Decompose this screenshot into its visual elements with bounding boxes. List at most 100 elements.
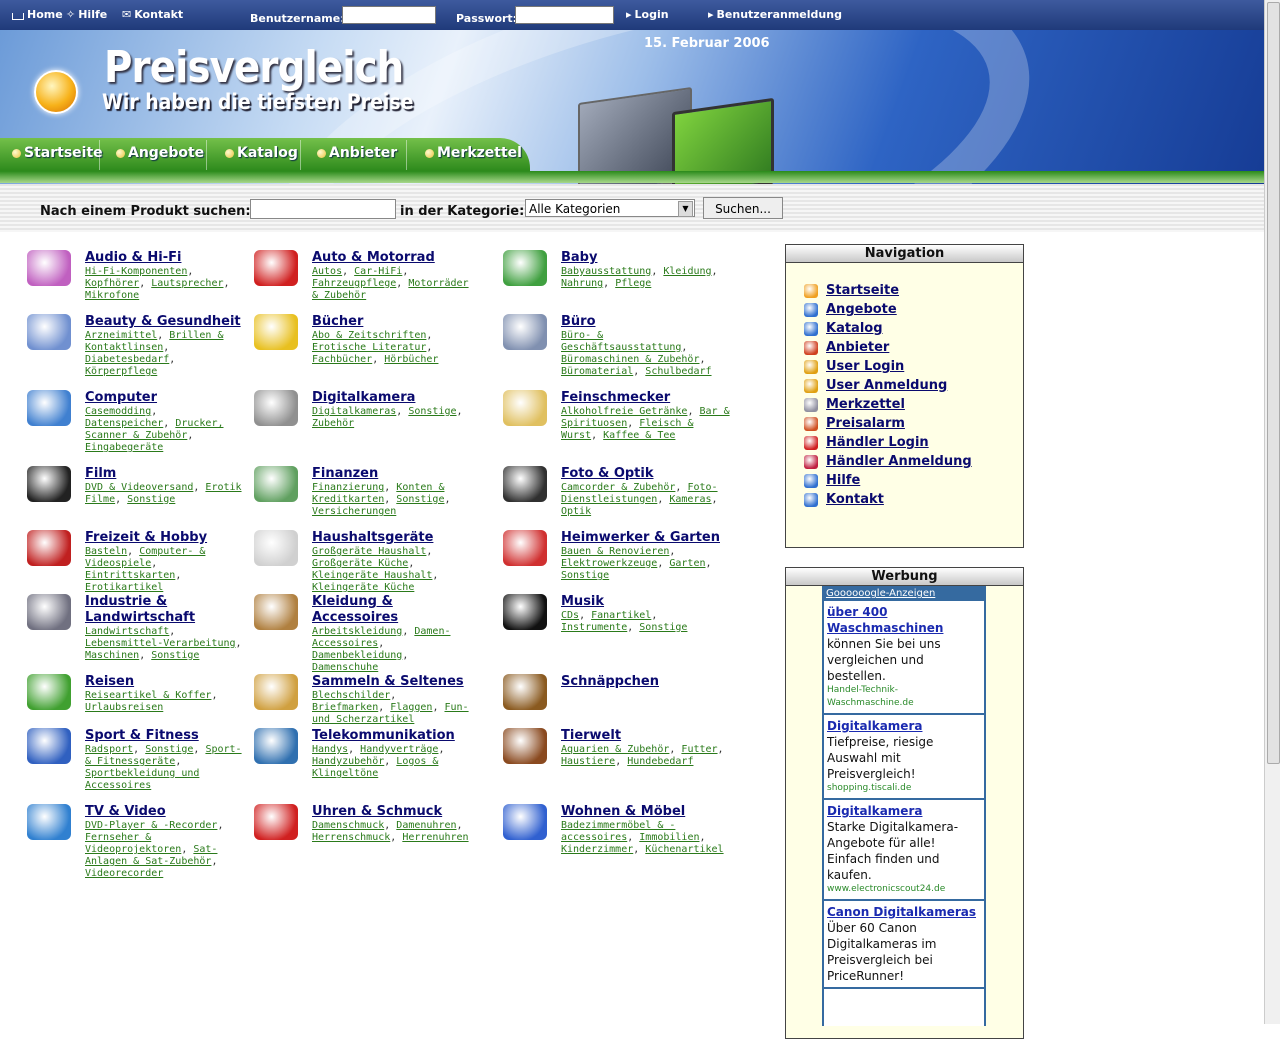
subcategory-link[interactable]: Damenschmuck <box>312 820 384 831</box>
scrollbar[interactable] <box>1264 0 1280 1024</box>
subcategory-link[interactable]: Car-HiFi <box>354 266 402 277</box>
subcategory-link[interactable]: Sonstige <box>127 494 175 505</box>
category-link[interactable]: Sammeln & Seltenes <box>312 674 472 690</box>
category-link[interactable]: Audio & Hi-Fi <box>85 250 245 266</box>
nav-item[interactable]: Merkzettel <box>804 395 972 414</box>
subcategory-link[interactable]: Damenbekleidung <box>312 650 402 661</box>
subcategory-link[interactable]: Briefmarken <box>312 702 378 713</box>
nav-link[interactable]: Anbieter <box>826 340 889 355</box>
subcategory-link[interactable]: Maschinen <box>85 650 139 661</box>
subcategory-link[interactable]: Aquarien & Zubehör <box>561 744 669 755</box>
ad-title-link[interactable]: Digitalkamera <box>827 803 981 819</box>
subcategory-link[interactable]: Großgeräte Küche <box>312 558 408 569</box>
palm-tree-icon[interactable] <box>27 674 71 710</box>
subcategory-link[interactable]: Alkoholfreie Getränke <box>561 406 687 417</box>
category-link[interactable]: Industrie & Landwirtschaft <box>85 594 245 626</box>
nav-item[interactable]: User Anmeldung <box>804 376 972 395</box>
subcategory-link[interactable]: Körperpflege <box>85 366 157 377</box>
computer-icon[interactable] <box>27 390 71 426</box>
horse-icon[interactable] <box>503 728 547 764</box>
dartboard-icon[interactable] <box>27 530 71 566</box>
nav-item[interactable]: Kontakt <box>804 490 972 509</box>
category-link[interactable]: Telekommunikation <box>312 728 472 744</box>
subcategory-link[interactable]: Erotische Literatur <box>312 342 426 353</box>
category-link[interactable]: Computer <box>85 390 245 406</box>
tab-startseite[interactable]: Startseite <box>12 145 103 161</box>
telephone-icon[interactable] <box>254 728 298 764</box>
nav-item[interactable]: Startseite <box>804 281 972 300</box>
category-link[interactable]: Reisen <box>85 674 245 690</box>
nav-item[interactable]: Angebote <box>804 300 972 319</box>
nav-link[interactable]: Merkzettel <box>826 397 905 412</box>
subcategory-link[interactable]: Arbeitskleidung <box>312 626 402 637</box>
subcategory-link[interactable]: DVD-Player & -Recorder <box>85 820 217 831</box>
subcategory-link[interactable]: Autos <box>312 266 342 277</box>
subcategory-link[interactable]: Fachbücher <box>312 354 372 365</box>
subcategory-link[interactable]: Hi-Fi-Komponenten <box>85 266 187 277</box>
subcategory-link[interactable]: Fahrzeugpflege <box>312 278 396 289</box>
nav-link[interactable]: Händler Login <box>826 435 929 450</box>
race-car-icon[interactable] <box>254 250 298 286</box>
subcategory-link[interactable]: Flaggen <box>390 702 432 713</box>
subcategory-link[interactable]: Hundebedarf <box>627 756 693 767</box>
chainsaw-icon[interactable] <box>503 530 547 566</box>
tab-anbieter[interactable]: Anbieter <box>317 145 397 161</box>
subcategory-link[interactable]: Kopfhörer <box>85 278 139 289</box>
subcategory-link[interactable]: Fanartikel <box>591 610 651 621</box>
champagne-icon[interactable] <box>503 390 547 426</box>
nav-link[interactable]: Hilfe <box>826 473 860 488</box>
money-icon[interactable] <box>254 466 298 502</box>
category-link[interactable]: Tierwelt <box>561 728 731 744</box>
home-link[interactable]: Home <box>12 8 63 21</box>
google-ads-link[interactable]: Goooooogle-Anzeigen <box>826 588 935 599</box>
piano-icon[interactable] <box>503 594 547 630</box>
screw-icon[interactable] <box>27 594 71 630</box>
category-select[interactable]: Alle Kategorien ▼ <box>525 199 695 217</box>
subcategory-link[interactable]: Fernseher & Videoprojektoren <box>85 832 181 855</box>
subcategory-link[interactable]: Landwirtschaft <box>85 626 169 637</box>
subcategory-link[interactable]: Kleingeräte Haushalt <box>312 570 432 581</box>
subcategory-link[interactable]: Büromaschinen & Zubehör <box>561 354 699 365</box>
subcategory-link[interactable]: Herrenschmuck <box>312 832 390 843</box>
subcategory-link[interactable]: Schulbedarf <box>645 366 711 377</box>
washing-machine-icon[interactable] <box>254 530 298 566</box>
password-input[interactable] <box>515 6 614 24</box>
subcategory-link[interactable]: Finanzierung <box>312 482 384 493</box>
subcategory-link[interactable]: Damenuhren <box>396 820 456 831</box>
subcategory-link[interactable]: Eintrittskarten <box>85 570 175 581</box>
subcategory-link[interactable]: Zubehör <box>312 418 354 429</box>
category-link[interactable]: Freizeit & Hobby <box>85 530 245 546</box>
subcategory-link[interactable]: Lebensmittel-Verarbeitung <box>85 638 236 649</box>
subcategory-link[interactable]: Urlaubsreisen <box>85 702 163 713</box>
pot-icon[interactable] <box>503 674 547 710</box>
subcategory-link[interactable]: Elektrowerkzeuge <box>561 558 657 569</box>
subcategory-link[interactable]: Sonstige <box>145 744 193 755</box>
subcategory-link[interactable]: Radsport <box>85 744 133 755</box>
tab-angebote[interactable]: Angebote <box>116 145 204 161</box>
nav-link[interactable]: User Anmeldung <box>826 378 947 393</box>
subcategory-link[interactable]: Nahrung <box>561 278 603 289</box>
category-link[interactable]: Finanzen <box>312 466 472 482</box>
subcategory-link[interactable]: Futter <box>681 744 717 755</box>
subcategory-link[interactable]: Pflege <box>615 278 651 289</box>
category-link[interactable]: Kleidung & Accessoires <box>312 594 472 626</box>
nav-item[interactable]: Preisalarm <box>804 414 972 433</box>
subcategory-link[interactable]: Sonstige <box>639 622 687 633</box>
subcategory-link[interactable]: DVD & Videoversand <box>85 482 193 493</box>
nav-item[interactable]: Händler Login <box>804 433 972 452</box>
nav-link[interactable]: Katalog <box>826 321 883 336</box>
help-link[interactable]: ✧ Hilfe <box>66 8 107 21</box>
subcategory-link[interactable]: Digitalkameras <box>312 406 396 417</box>
camcorder-icon[interactable] <box>254 390 298 426</box>
subcategory-link[interactable]: Handys <box>312 744 348 755</box>
nav-link[interactable]: Händler Anmeldung <box>826 454 972 469</box>
subcategory-link[interactable]: Mikrofone <box>85 290 139 301</box>
camera-icon[interactable] <box>503 466 547 502</box>
subcategory-link[interactable]: Büromaterial <box>561 366 633 377</box>
subcategory-link[interactable]: Diabetesbedarf <box>85 354 169 365</box>
category-link[interactable]: Auto & Motorrad <box>312 250 472 266</box>
subcategory-link[interactable]: Sonstige <box>561 570 609 581</box>
subcategory-link[interactable]: Hörbücher <box>384 354 438 365</box>
subcategory-link[interactable]: Garten <box>669 558 705 569</box>
category-link[interactable]: Foto & Optik <box>561 466 731 482</box>
